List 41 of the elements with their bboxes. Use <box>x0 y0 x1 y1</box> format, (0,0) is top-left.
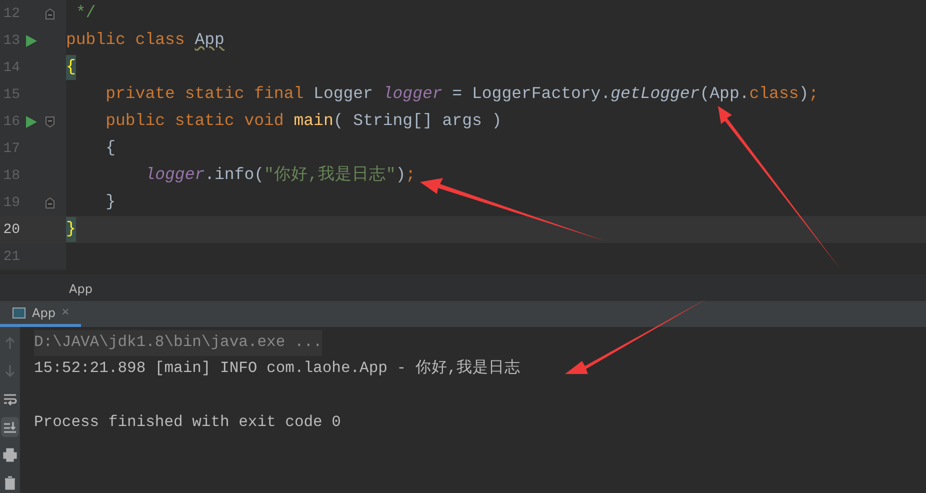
down-arrow-icon <box>3 364 17 378</box>
code-token: ; <box>808 83 819 106</box>
code-token: } <box>66 217 76 242</box>
code-token: } <box>104 191 116 214</box>
code-token: public class <box>66 29 186 52</box>
up-arrow-icon <box>3 336 17 350</box>
toolbar-button[interactable] <box>1 417 19 437</box>
code-token: "你好,我是日志" <box>264 164 396 186</box>
code-token: { <box>104 137 116 160</box>
trash-icon <box>3 476 17 490</box>
fold-icon[interactable] <box>45 196 55 208</box>
code-token: ; <box>406 164 416 186</box>
run-icon[interactable] <box>26 34 36 46</box>
code-token: main <box>294 110 334 132</box>
code-token: ( String[] args ) <box>333 110 502 132</box>
code-token: Logger <box>314 83 374 106</box>
code-token: = LoggerFactory. <box>451 83 611 106</box>
code-token: public static void <box>104 110 285 132</box>
code-token: */ <box>74 2 96 24</box>
code-token: logger <box>144 164 205 186</box>
code-token: ) <box>396 164 406 186</box>
code-token: ) <box>798 83 809 106</box>
fold-icon[interactable] <box>45 8 55 20</box>
line-number: 20 <box>2 222 20 236</box>
code-token: { <box>66 55 76 80</box>
run-icon[interactable] <box>26 116 36 128</box>
code-token: (App. <box>700 83 750 106</box>
console-line: Process finished with exit code 0 <box>34 412 341 434</box>
code-token: App <box>194 29 224 52</box>
console-icon <box>12 306 26 318</box>
code-token: getLogger <box>610 83 700 106</box>
code-token: .info( <box>204 164 264 186</box>
code-token: logger <box>382 83 442 106</box>
toolbar-button[interactable] <box>1 445 19 465</box>
scroll-to-end-icon <box>3 420 17 434</box>
soft-wrap-icon <box>3 392 17 406</box>
code-token: private static final <box>104 83 305 106</box>
code-token: class <box>749 83 799 106</box>
console-line: 15:52:21.898 [main] INFO com.laohe.App - 你好,我是日志 <box>34 358 521 380</box>
fold-icon[interactable] <box>45 116 55 128</box>
breadcrumb-item[interactable]: App <box>69 280 92 298</box>
